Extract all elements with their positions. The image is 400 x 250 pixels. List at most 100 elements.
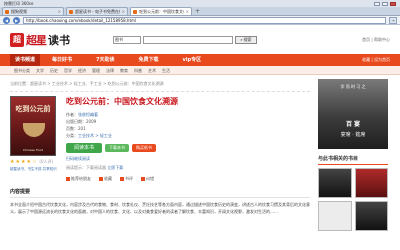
ad-line-1: 学 而 时 习 之	[340, 84, 366, 89]
sidebar: 学 而 时 习 之 百 宴 宴席 · 筵席 与此书相关的书目	[318, 79, 388, 231]
site-logo[interactable]: 超 超星 读书	[10, 32, 70, 48]
cover-subtitle: Chinese Food	[22, 148, 44, 152]
subnav-item[interactable]: 哲学	[64, 66, 72, 74]
search-area: 图书 ⌕ 搜索	[113, 36, 257, 44]
tab-label: 吃到公元前：中国饮食文化溯源	[139, 8, 184, 14]
star-icon[interactable]: ☆	[32, 159, 36, 165]
subnav-item[interactable]: 文学	[36, 66, 44, 74]
close-icon[interactable]	[390, 1, 396, 6]
star-icon[interactable]: ★	[15, 159, 19, 165]
buy-button[interactable]: 购买纸书	[132, 144, 156, 152]
sidebar-ad[interactable]: 学 而 时 习 之 百 宴 宴席 · 筵席	[318, 79, 388, 149]
review-action[interactable]: 书评	[120, 176, 133, 182]
subnav-item[interactable]: 生活	[162, 66, 170, 74]
nav-home[interactable]: 读书频道	[10, 54, 41, 66]
related-book-cover[interactable]	[318, 201, 352, 231]
subnav-item[interactable]: 管理	[92, 66, 100, 74]
category-link[interactable]: 工业技术 > 轻工业	[78, 133, 112, 138]
cover-column: 吃到公元前 Chinese Food ★ ★ ★ ★ ☆ (0人评) 超星读书，…	[10, 96, 58, 182]
favorite-action[interactable]: 收藏	[99, 176, 112, 182]
logo-mark: 超	[10, 33, 24, 47]
forward-icon[interactable]: ▶	[13, 16, 20, 24]
nav-free-download[interactable]: 免费下载	[127, 54, 171, 66]
logo-subtext: 读书	[48, 34, 70, 47]
maximize-icon[interactable]	[382, 1, 388, 6]
search-category-select[interactable]: 图书	[113, 36, 141, 44]
tab-label: 搜狗视频	[11, 8, 27, 14]
nav-7day[interactable]: 7天助读	[84, 54, 126, 66]
search-button[interactable]: ⌕ 搜索	[235, 36, 257, 44]
comment-icon	[120, 177, 124, 181]
pages-label: 页数：	[66, 126, 78, 131]
favicon-icon	[5, 9, 9, 14]
summary-heading: 内容提要	[10, 188, 310, 198]
cover-note: 超星读书，书生不孤 共享知识	[10, 167, 57, 171]
star-icon[interactable]: ★	[21, 159, 25, 165]
nav-daily-books[interactable]: 每日好书	[40, 54, 84, 66]
site-header: 超 超星 读书 图书 ⌕ 搜索 首页 | 帮助中心	[0, 26, 400, 54]
subnav-item[interactable]: 法律	[106, 66, 114, 74]
related-book-cover[interactable]	[354, 168, 388, 198]
action-label: 纠错	[146, 176, 154, 181]
tab-close-icon[interactable]: ×	[58, 9, 61, 14]
address-bar[interactable]: http://book.chaoxing.com/ebook/detail_12…	[23, 16, 386, 24]
address-toolbar: ◀ ▶ http://book.chaoxing.com/ebook/detai…	[0, 16, 400, 25]
pages-row: 页数：201	[66, 125, 310, 132]
qr-note[interactable]: 扫码继续阅读	[66, 156, 310, 162]
subnav-item[interactable]: 图书分类	[14, 66, 30, 74]
download-button[interactable]: 下载本书	[105, 144, 129, 152]
tab-book-detail[interactable]: 吃到公元前：中国饮食文化溯源 ×	[130, 7, 192, 15]
book-meta: 作者：张俊恒编著 出版日期：2009 页数：201 分类：工业技术 > 轻工业	[66, 111, 310, 139]
minimize-icon[interactable]	[374, 1, 380, 6]
recommend-action[interactable]: 推荐给朋友	[66, 176, 91, 182]
rating-count: (0人评)	[39, 159, 54, 164]
flag-icon	[141, 177, 145, 181]
breadcrumb: 当前位置：超星读书 > 工业技术 > 轻工业、手工业 > 吃到公元前：中国饮食文…	[10, 79, 310, 92]
author-link[interactable]: 张俊恒编著	[78, 112, 98, 117]
go-button[interactable]: →	[389, 16, 397, 24]
rating-stars[interactable]: ★ ★ ★ ★ ☆ (0人评)	[10, 159, 58, 165]
tab-sogou-video[interactable]: 搜狗视频 ×	[2, 7, 64, 15]
tab-close-icon[interactable]: ×	[186, 9, 189, 14]
book-title: 吃到公元前：中国饮食文化溯源	[66, 97, 178, 106]
back-icon[interactable]: ◀	[3, 16, 10, 24]
related-book-cover[interactable]	[318, 168, 352, 198]
nav-vip[interactable]: vip专区	[171, 54, 214, 66]
cover-title: 吃到公元前	[15, 105, 51, 113]
book-info: 吃到公元前：中国饮食文化溯源 作者：张俊恒编著 出版日期：2009 页数：201…	[66, 96, 310, 182]
subnav-item[interactable]: 科普	[134, 66, 142, 74]
category-row: 分类：工业技术 > 轻工业	[66, 132, 310, 139]
reading-tip: 阅读提示：下载阅读器 立即下载	[66, 165, 310, 171]
ad-line-3: 宴席 · 筵席	[340, 132, 366, 138]
book-cover[interactable]: 吃到公元前 Chinese Food	[10, 96, 56, 156]
heart-icon	[99, 177, 103, 181]
related-books-title: 与此书相关的书目	[318, 155, 388, 165]
tip-text: 阅读提示：下载阅读器	[66, 165, 106, 170]
tab-close-icon[interactable]: ×	[122, 9, 125, 14]
related-book-cover[interactable]	[354, 201, 388, 231]
header-links[interactable]: 首页 | 帮助中心	[362, 37, 390, 43]
subnav-item[interactable]: 历史	[50, 66, 58, 74]
tab-label: 超星读书 - 电子书免费在线阅读	[75, 8, 120, 14]
nav-right-links[interactable]: 收藏 | 设为首页	[362, 57, 390, 63]
social-actions: 推荐给朋友 收藏 书评 纠错	[66, 176, 310, 182]
subnav-item[interactable]: 经济	[78, 66, 86, 74]
subnav-item[interactable]: 教育	[120, 66, 128, 74]
star-icon[interactable]: ★	[10, 159, 14, 165]
main-nav: 读书频道 每日好书 7天助读 免费下载 vip专区 收藏 | 设为首页	[0, 54, 400, 66]
summary-text: 本书全面介绍中国古代饮食文化，内容涉及古代的食物、食材、饮食礼仪、烹饪技艺等各方…	[10, 202, 310, 214]
window-title: 按需打印 360se	[4, 0, 34, 6]
star-icon[interactable]: ★	[26, 159, 30, 165]
author-row: 作者：张俊恒编著	[66, 111, 310, 118]
subnav-item[interactable]: 艺术	[148, 66, 156, 74]
report-action[interactable]: 纠错	[141, 176, 154, 182]
author-label: 作者：	[66, 112, 78, 117]
new-tab-button[interactable]: +	[194, 8, 201, 15]
category-subnav: 图书分类 文学 历史 哲学 经济 管理 法律 教育 科普 艺术 生活	[0, 66, 400, 75]
read-button[interactable]: 阅读本书	[66, 143, 102, 153]
main-content: 当前位置：超星读书 > 工业技术 > 轻工业、手工业 > 吃到公元前：中国饮食文…	[0, 75, 400, 231]
search-input[interactable]	[143, 36, 233, 44]
tab-chaoxing-home[interactable]: 超星读书 - 电子书免费在线阅读 ×	[66, 7, 128, 15]
tip-link[interactable]: 立即下载	[107, 165, 123, 170]
bowl-illustration	[23, 123, 45, 137]
